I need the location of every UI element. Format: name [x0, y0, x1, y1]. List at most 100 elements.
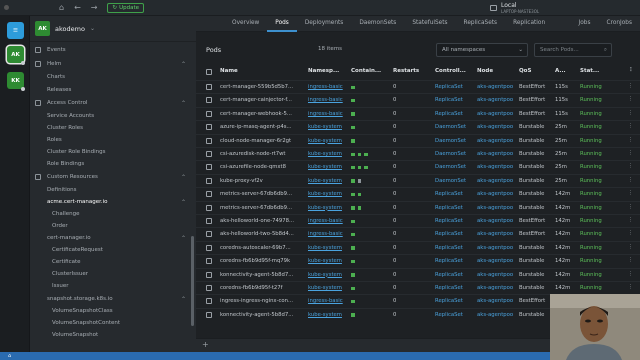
window-control-icon[interactable] — [4, 5, 9, 10]
table-row[interactable]: csi-azuredisk-node-rt7wt kube-system 0 Daem… — [196, 147, 640, 160]
kebab-menu-icon[interactable]: ⋮ — [628, 150, 633, 156]
sidebar-item-helm[interactable]: Helm ⌃ — [30, 58, 188, 70]
tab-daemonsets[interactable]: DaemonSets — [351, 16, 404, 32]
pod-name[interactable]: cloud-node-manager-6r2gt — [220, 138, 304, 144]
pod-name[interactable]: metrics-server-67db6db9... — [220, 191, 304, 197]
row-checkbox[interactable] — [206, 84, 212, 90]
controller-link[interactable]: ReplicaSet — [435, 218, 473, 224]
node-link[interactable]: aks-agentpoo — [477, 258, 515, 264]
table-row[interactable]: cloud-node-manager-6r2gt kube-system 0 Daem… — [196, 133, 640, 147]
tab-deployments[interactable]: Deployments — [297, 16, 351, 32]
pod-name[interactable]: coredns-fb6b9d95f-t27f — [220, 285, 304, 291]
namespace-link[interactable]: kube-system — [308, 205, 346, 211]
kebab-menu-icon[interactable]: ⋮ — [628, 110, 633, 116]
controller-link[interactable]: DaemonSet — [435, 178, 473, 184]
column-restarts[interactable]: Restarts — [393, 68, 429, 74]
pod-name[interactable]: metrics-server-67db6db9... — [220, 205, 304, 211]
namespace-link[interactable]: ingress-basic — [308, 298, 346, 304]
controller-link[interactable]: ReplicaSet — [435, 245, 473, 251]
table-row[interactable]: metrics-server-67db6db9... kube-system 0 Re… — [196, 187, 640, 200]
forward-icon[interactable]: → — [91, 0, 98, 16]
sidebar-item-order[interactable]: Order — [30, 220, 188, 232]
node-link[interactable]: aks-agentpoo — [477, 138, 515, 144]
row-checkbox[interactable] — [206, 191, 212, 198]
namespace-link[interactable]: kube-system — [308, 164, 346, 170]
row-checkbox[interactable] — [206, 271, 212, 278]
sidebar-item-snapshot[interactable]: snapshot.storage.k8s.io ⌃ — [30, 293, 188, 305]
active-cluster[interactable]: Local LAPTOP-NAS7E3OL — [490, 1, 539, 15]
column-containers[interactable]: Contain... — [351, 68, 387, 74]
kebab-menu-icon[interactable]: ⋮ — [628, 123, 633, 129]
home-icon[interactable]: ⌂ — [59, 0, 64, 16]
sidebar-item-charts[interactable]: Charts — [30, 71, 188, 83]
node-link[interactable]: aks-agentpoo — [477, 84, 515, 90]
sidebar-item-access-control[interactable]: Access Control ⌃ — [30, 97, 188, 109]
table-row[interactable]: cert-manager-webhook-5... ingress-basic 0 R… — [196, 106, 640, 120]
sidebar-item-cluster-role-bindings[interactable]: Cluster Role Bindings — [30, 146, 188, 158]
node-link[interactable]: aks-agentpoo — [477, 111, 515, 117]
sidebar-item-clusterissuer[interactable]: ClusterIssuer — [30, 268, 188, 280]
table-row[interactable]: kube-proxy-vf2v kube-system 0 DaemonSet aks-… — [196, 173, 640, 187]
sidebar-item-service-accounts[interactable]: Service Accounts — [30, 110, 188, 122]
column-qos[interactable]: QoS — [519, 68, 549, 74]
row-checkbox[interactable] — [206, 244, 212, 251]
node-link[interactable]: aks-agentpoo — [477, 178, 515, 184]
kebab-menu-icon[interactable]: ⋮ — [628, 163, 633, 169]
controller-link[interactable]: ReplicaSet — [435, 97, 473, 103]
sidebar-item-custom-resources[interactable]: Custom Resources ⌃ — [30, 171, 188, 183]
sidebar-item-volumesnapshot[interactable]: VolumeSnapshot — [30, 329, 188, 341]
sidebar-item-releases[interactable]: Releases — [30, 84, 188, 96]
column-status[interactable]: Stat... — [580, 68, 606, 74]
table-row[interactable]: coredns-fb6b9d95f-mq79k kube-system 0 Repli… — [196, 254, 640, 267]
row-checkbox[interactable] — [206, 151, 212, 157]
kebab-menu-icon[interactable]: ⋮ — [628, 83, 633, 89]
controller-link[interactable]: ReplicaSet — [435, 111, 473, 117]
namespace-select[interactable]: All namespaces ⌄ — [436, 43, 528, 57]
sidebar-item-definitions[interactable]: Definitions — [30, 184, 188, 196]
back-icon[interactable]: ← — [74, 0, 81, 16]
sidebar-scrollbar[interactable] — [191, 236, 194, 326]
row-checkbox[interactable] — [206, 177, 212, 184]
namespace-link[interactable]: ingress-basic — [308, 218, 346, 224]
tab-overview[interactable]: Overview — [224, 16, 267, 32]
namespace-link[interactable]: ingress-basic — [308, 97, 346, 103]
tab-replicasets[interactable]: ReplicaSets — [456, 16, 506, 32]
controller-link[interactable]: ReplicaSet — [435, 191, 473, 197]
pod-name[interactable]: coredns-fb6b9d95f-mq79k — [220, 258, 304, 264]
tab-statefulsets[interactable]: StatefulSets — [404, 16, 455, 32]
row-checkbox[interactable] — [206, 204, 212, 211]
search-input[interactable]: Search Pods... ⌕ — [534, 43, 612, 57]
select-all-checkbox[interactable] — [206, 69, 212, 75]
table-row[interactable]: cert-manager-cainjector-f... ingress-basi… — [196, 93, 640, 106]
pod-name[interactable]: csi-azurefile-node-qmxt8 — [220, 164, 304, 170]
sidebar-item-roles[interactable]: Roles — [30, 134, 188, 146]
columns-menu-icon[interactable]: ⋮ — [628, 67, 634, 73]
column-controlled-by[interactable]: Controll... — [435, 68, 471, 74]
pod-name[interactable]: csi-azuredisk-node-rt7wt — [220, 151, 304, 157]
table-row[interactable]: metrics-server-67db6db9... kube-system 0 Re… — [196, 200, 640, 214]
pod-name[interactable]: konnectivity-agent-5b8d7... — [220, 272, 304, 278]
pod-name[interactable]: ingress-ingress-nginx-con... — [220, 298, 304, 304]
namespace-link[interactable]: kube-system — [308, 124, 346, 130]
kebab-menu-icon[interactable]: ⋮ — [628, 204, 633, 210]
sidebar-header[interactable]: AK akodemo ⌄ — [30, 16, 196, 42]
controller-link[interactable]: ReplicaSet — [435, 285, 473, 291]
table-row[interactable]: azure-ip-masq-agent-p4s... kube-system 0 Da… — [196, 120, 640, 133]
row-checkbox[interactable] — [206, 164, 212, 171]
row-checkbox[interactable] — [206, 285, 212, 291]
node-link[interactable]: aks-agentpoo — [477, 191, 515, 197]
node-link[interactable]: aks-agentpoo — [477, 97, 515, 103]
row-checkbox[interactable] — [206, 311, 212, 318]
catalog-button[interactable]: ☰ — [7, 22, 24, 39]
namespace-link[interactable]: ingress-basic — [308, 84, 346, 90]
column-name[interactable]: Name — [220, 68, 300, 74]
namespace-link[interactable]: kube-system — [308, 245, 346, 251]
controller-link[interactable]: ReplicaSet — [435, 231, 473, 237]
tab-replication-controllers[interactable]: Replication Controllers — [505, 16, 570, 41]
sidebar-item-certificate[interactable]: Certificate — [30, 256, 188, 268]
node-link[interactable]: aks-agentpoo — [477, 205, 515, 211]
kebab-menu-icon[interactable]: ⋮ — [628, 177, 633, 183]
table-row[interactable]: coredns-fb6b9d95f-t27f kube-system 0 Replic… — [196, 281, 640, 294]
table-row[interactable]: cert-manager-559b5d5b7... ingress-basic 0 R… — [196, 80, 640, 93]
pod-name[interactable]: azure-ip-masq-agent-p4s... — [220, 124, 304, 130]
